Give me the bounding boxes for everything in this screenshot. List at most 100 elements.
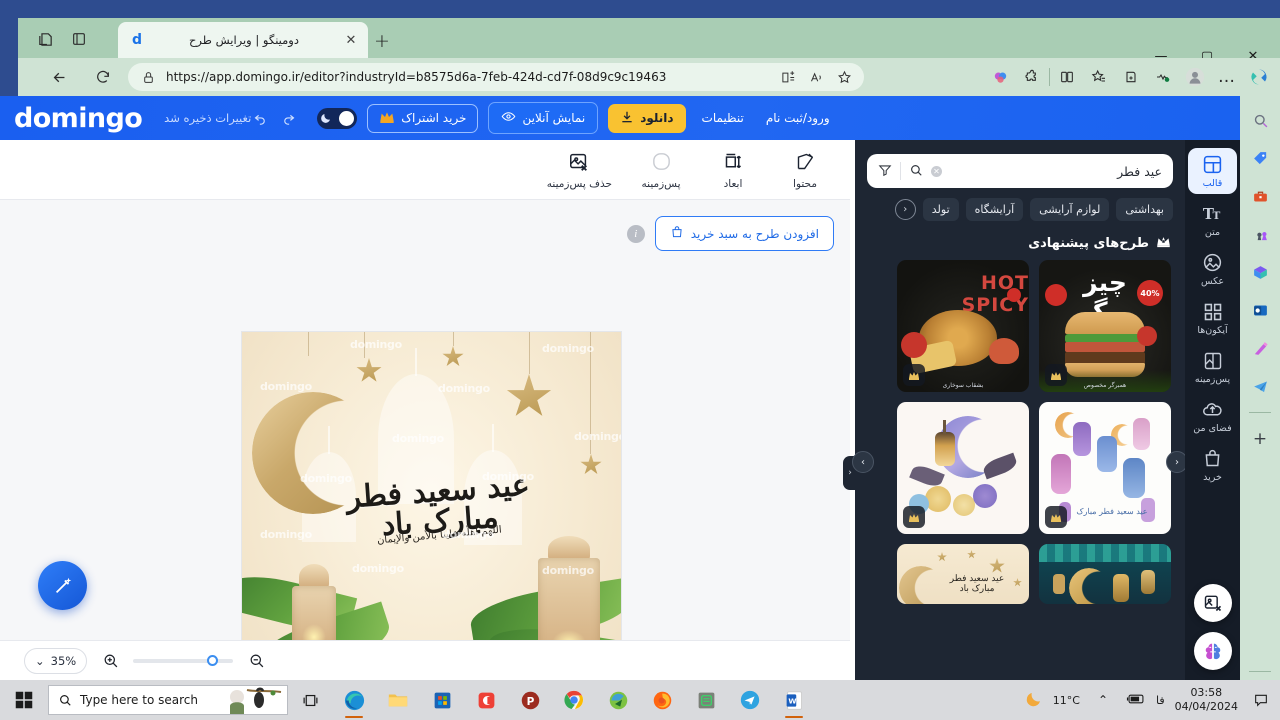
rail-item-template[interactable]: قالب xyxy=(1188,148,1237,194)
rail-item-photo[interactable]: عکس xyxy=(1188,246,1237,292)
temperature-label[interactable]: 11°C xyxy=(1053,694,1080,707)
taskbar-app-telegram[interactable] xyxy=(728,680,772,720)
chip-behdashti[interactable]: بهداشتی xyxy=(1116,198,1173,221)
template-card-eid-watercolor-moon[interactable] xyxy=(897,402,1029,534)
address-bar[interactable]: https://app.domingo.ir/editor?industryId… xyxy=(128,63,864,91)
premium-crown-badge[interactable] xyxy=(903,364,925,386)
tray-expand-icon[interactable]: ⌃ xyxy=(1090,680,1116,720)
template-card-eid-teal-mosque[interactable] xyxy=(1039,544,1171,604)
clear-search-icon[interactable]: ✕ xyxy=(931,165,942,177)
chip-tavalod[interactable]: تولد xyxy=(922,198,959,221)
premium-crown-badge[interactable] xyxy=(1045,364,1067,386)
taskbar-app-firefox[interactable] xyxy=(640,680,684,720)
browser-essentials-icon[interactable] xyxy=(1148,62,1178,92)
taskbar-app-microsoft-store[interactable] xyxy=(420,680,464,720)
carousel-prev-button[interactable]: ‹ xyxy=(852,451,874,473)
app-logo[interactable]: domingo xyxy=(14,105,143,132)
reload-button[interactable] xyxy=(86,62,120,92)
copilot-icon[interactable] xyxy=(985,62,1015,92)
favorite-star-icon[interactable] xyxy=(834,67,854,87)
tool-background-color[interactable]: پس‌زمینه xyxy=(638,150,684,190)
start-button[interactable] xyxy=(0,680,48,720)
taskbar-app-chrome[interactable] xyxy=(552,680,596,720)
battery-charging-icon[interactable] xyxy=(1126,692,1146,709)
template-card-eid-watercolor-lanterns[interactable]: عید سعید فطر مبارک xyxy=(1039,402,1171,534)
dark-mode-toggle[interactable] xyxy=(317,107,358,129)
rail-item-my-space[interactable]: فضای من xyxy=(1188,393,1237,439)
redo-icon[interactable] xyxy=(279,109,297,127)
filter-icon[interactable] xyxy=(878,162,892,181)
read-aloud-icon[interactable] xyxy=(806,67,826,87)
template-card-eid-cream-crescent[interactable]: عید سعید فطر مبارک باد xyxy=(897,544,1029,604)
weather-moon-icon[interactable] xyxy=(1025,690,1043,711)
template-card-hot-spicy[interactable]: HOT SPICY بشقاب سوخاری xyxy=(897,260,1029,392)
browser-tab[interactable]: ✕ دومینگو | ویرایش طرح d xyxy=(118,22,368,58)
extensions-icon[interactable] xyxy=(1017,62,1047,92)
back-button[interactable] xyxy=(42,62,76,92)
login-register-button[interactable]: ورود/ثبت نام xyxy=(760,107,836,129)
tool-dimensions[interactable]: ابعاد xyxy=(710,150,756,190)
search-value[interactable]: عید فطر xyxy=(950,164,1162,179)
workspaces-icon[interactable] xyxy=(32,26,58,52)
collections-icon[interactable] xyxy=(1116,62,1146,92)
tool-remove-background[interactable]: حذف پس‌زمینه xyxy=(547,150,612,190)
taskbar-app-edge[interactable] xyxy=(332,680,376,720)
tab-actions-icon[interactable] xyxy=(66,26,92,52)
premium-crown-badge[interactable] xyxy=(1045,506,1067,528)
shopping-tag-icon[interactable] xyxy=(1248,146,1272,170)
image-creator-icon[interactable] xyxy=(1248,336,1272,360)
taskbar-app-idm[interactable] xyxy=(596,680,640,720)
online-preview-button[interactable]: نمایش آنلاین xyxy=(488,102,599,134)
premium-crown-badge[interactable] xyxy=(903,506,925,528)
split-screen-icon[interactable] xyxy=(778,67,798,87)
canvas-area[interactable]: افزودن طرح به سبد خرید i عید سعید فطر مب… xyxy=(0,200,850,680)
office-icon[interactable] xyxy=(1248,260,1272,284)
favorites-icon[interactable] xyxy=(1084,62,1114,92)
add-icon[interactable]: + xyxy=(1248,427,1272,451)
settings-more-icon[interactable]: … xyxy=(1212,62,1242,92)
taskbar-app-word[interactable]: W xyxy=(772,680,816,720)
rail-item-background[interactable]: پس‌زمینه xyxy=(1188,344,1237,390)
taskbar-search[interactable]: Type here to search xyxy=(48,685,288,715)
clock[interactable]: 03:58 04/04/2024 xyxy=(1175,686,1238,714)
magic-assistant-button[interactable] xyxy=(38,561,87,610)
rail-item-shop[interactable]: خرید xyxy=(1188,442,1237,488)
chips-prev-button[interactable]: ‹ xyxy=(894,199,916,220)
tools-icon[interactable] xyxy=(1248,184,1272,208)
undo-icon[interactable] xyxy=(251,109,269,127)
info-badge[interactable]: i xyxy=(626,224,645,243)
tool-content[interactable]: محتوا xyxy=(782,150,828,190)
download-button[interactable]: دانلود xyxy=(608,103,686,133)
telegram-icon[interactable] xyxy=(1248,374,1272,398)
taskbar-app-p[interactable]: P xyxy=(508,680,552,720)
sidebar-toggle-icon[interactable] xyxy=(1244,62,1274,92)
profile-icon[interactable] xyxy=(1180,62,1210,92)
chip-arayeshgah[interactable]: آرایشگاه xyxy=(965,198,1024,221)
ai-image-button[interactable] xyxy=(1194,584,1232,622)
template-search[interactable]: عید فطر ✕ xyxy=(867,154,1173,188)
add-to-cart-button[interactable]: افزودن طرح به سبد خرید xyxy=(654,216,834,251)
zoom-level-select[interactable]: ⌄ 35% xyxy=(24,647,88,674)
notification-icon[interactable] xyxy=(1248,680,1274,720)
search-icon[interactable] xyxy=(909,162,923,181)
rail-item-text[interactable]: TT متن xyxy=(1188,197,1237,243)
task-view-button[interactable] xyxy=(288,680,332,720)
taskbar-app-file-explorer[interactable] xyxy=(376,680,420,720)
design-canvas[interactable]: عید سعید فطر مبارک باد اللهم أهلّه علينا… xyxy=(242,332,621,680)
template-card-cheese-burger[interactable]: چیز برگر 40% همبرگر مخصوص xyxy=(1039,260,1171,392)
tab-close-icon[interactable]: ✕ xyxy=(342,31,360,49)
zoom-slider[interactable] xyxy=(133,654,234,666)
new-tab-button[interactable]: + xyxy=(370,29,394,53)
buy-subscription-button[interactable]: خرید اشتراک xyxy=(367,103,479,133)
settings-button[interactable]: تنظیمات xyxy=(696,107,750,129)
rail-item-icons[interactable]: آیکون‌ها xyxy=(1188,295,1237,341)
search-icon[interactable] xyxy=(1248,108,1272,132)
outlook-icon[interactable] xyxy=(1248,298,1272,322)
chip-lavazem-arayeshi[interactable]: لوازم آرایشی xyxy=(1030,198,1110,221)
zoom-out-button[interactable] xyxy=(245,650,267,672)
ai-brain-button[interactable] xyxy=(1194,632,1232,670)
language-indicator[interactable]: فا xyxy=(1156,694,1165,707)
games-icon[interactable] xyxy=(1248,222,1272,246)
split-screen-toolbar-icon[interactable] xyxy=(1052,62,1082,92)
zoom-in-button[interactable] xyxy=(99,650,121,672)
